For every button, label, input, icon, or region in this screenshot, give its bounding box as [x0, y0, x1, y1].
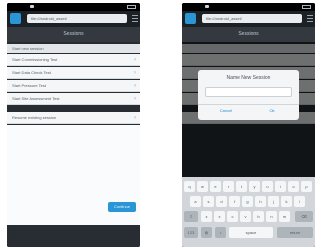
key-w[interactable]: w	[197, 181, 208, 192]
page-title: Sessions	[7, 27, 140, 42]
sessions-content: Start new session Start Commissioning Te…	[7, 42, 140, 247]
menu-icon[interactable]	[307, 15, 313, 22]
key-z[interactable]: z	[201, 211, 212, 222]
microphone-icon[interactable]: ♪	[215, 227, 226, 238]
url-field[interactable]: file:///android_asset/	[202, 14, 302, 23]
key-j[interactable]: j	[268, 196, 279, 207]
key-g[interactable]: g	[242, 196, 253, 207]
chevron-right-icon: ›	[134, 70, 136, 76]
dialog-title: Name New Session	[226, 75, 271, 81]
app-icon[interactable]	[10, 13, 21, 24]
chevron-right-icon: ›	[134, 57, 136, 63]
dialog-divider	[198, 104, 299, 105]
phone-screen-sessions: file:///android_asset/ Sessions Start ne…	[7, 3, 140, 247]
key-i[interactable]: i	[275, 181, 286, 192]
key-c[interactable]: c	[227, 211, 238, 222]
key-b[interactable]: b	[253, 211, 264, 222]
key-t[interactable]: t	[236, 181, 247, 192]
key-l[interactable]: l	[294, 196, 305, 207]
key-y[interactable]: y	[249, 181, 260, 192]
app-icon[interactable]	[185, 13, 196, 24]
section-header-new: Start new session	[7, 44, 140, 53]
backspace-key[interactable]: ⌫	[295, 211, 313, 222]
key-e[interactable]: e	[210, 181, 221, 192]
list-item[interactable]: Start Site Assessment Test ›	[7, 93, 140, 105]
url-field[interactable]: file:///android_asset/	[27, 14, 127, 23]
chevron-right-icon: ›	[134, 115, 136, 121]
key-r[interactable]: r	[223, 181, 234, 192]
phone-screen-name-dialog: file:///android_asset/ Sessions Name New…	[182, 3, 315, 247]
status-bar	[182, 3, 315, 11]
browser-bar: file:///android_asset/	[7, 11, 140, 27]
key-p[interactable]: p	[301, 181, 312, 192]
battery-icon	[302, 5, 311, 9]
key-h[interactable]: h	[255, 196, 266, 207]
name-session-dialog: Name New Session Cancel Ok	[198, 70, 299, 120]
shift-key[interactable]: ⇧	[184, 211, 198, 222]
signal-icon	[30, 5, 34, 8]
space-key[interactable]: space	[229, 227, 273, 238]
browser-bar: file:///android_asset/	[182, 11, 315, 27]
list-item[interactable]: Start Pressure Test ›	[7, 80, 140, 92]
key-v[interactable]: v	[240, 211, 251, 222]
on-screen-keyboard: q w e r t y u i o p a s d f g h j k l ⇧ …	[182, 177, 315, 247]
key-q[interactable]: q	[184, 181, 195, 192]
battery-icon	[127, 5, 136, 9]
status-bar	[7, 3, 140, 11]
key-o[interactable]: o	[288, 181, 299, 192]
ok-button[interactable]: Ok	[252, 108, 292, 113]
session-name-input[interactable]	[205, 87, 292, 97]
list-item[interactable]: Start Data Check Test ›	[7, 67, 140, 79]
key-f[interactable]: f	[229, 196, 240, 207]
resume-session-item[interactable]: Resume existing session ›	[7, 112, 140, 124]
list-item[interactable]: Start Commissioning Test ›	[7, 54, 140, 66]
menu-icon[interactable]	[132, 15, 138, 22]
numbers-key[interactable]: 123	[184, 227, 198, 238]
chevron-right-icon: ›	[134, 83, 136, 89]
key-s[interactable]: s	[203, 196, 214, 207]
key-a[interactable]: a	[190, 196, 201, 207]
cancel-button[interactable]: Cancel	[206, 108, 246, 113]
key-k[interactable]: k	[281, 196, 292, 207]
key-d[interactable]: d	[216, 196, 227, 207]
continue-button[interactable]: Continue	[108, 202, 136, 212]
key-n[interactable]: n	[266, 211, 277, 222]
chevron-right-icon: ›	[134, 96, 136, 102]
globe-icon[interactable]: ◍	[201, 227, 212, 238]
page-title: Sessions	[182, 27, 315, 42]
return-key[interactable]: return	[277, 227, 313, 238]
key-x[interactable]: x	[214, 211, 225, 222]
key-m[interactable]: m	[279, 211, 290, 222]
signal-icon	[205, 5, 209, 8]
key-u[interactable]: u	[262, 181, 273, 192]
